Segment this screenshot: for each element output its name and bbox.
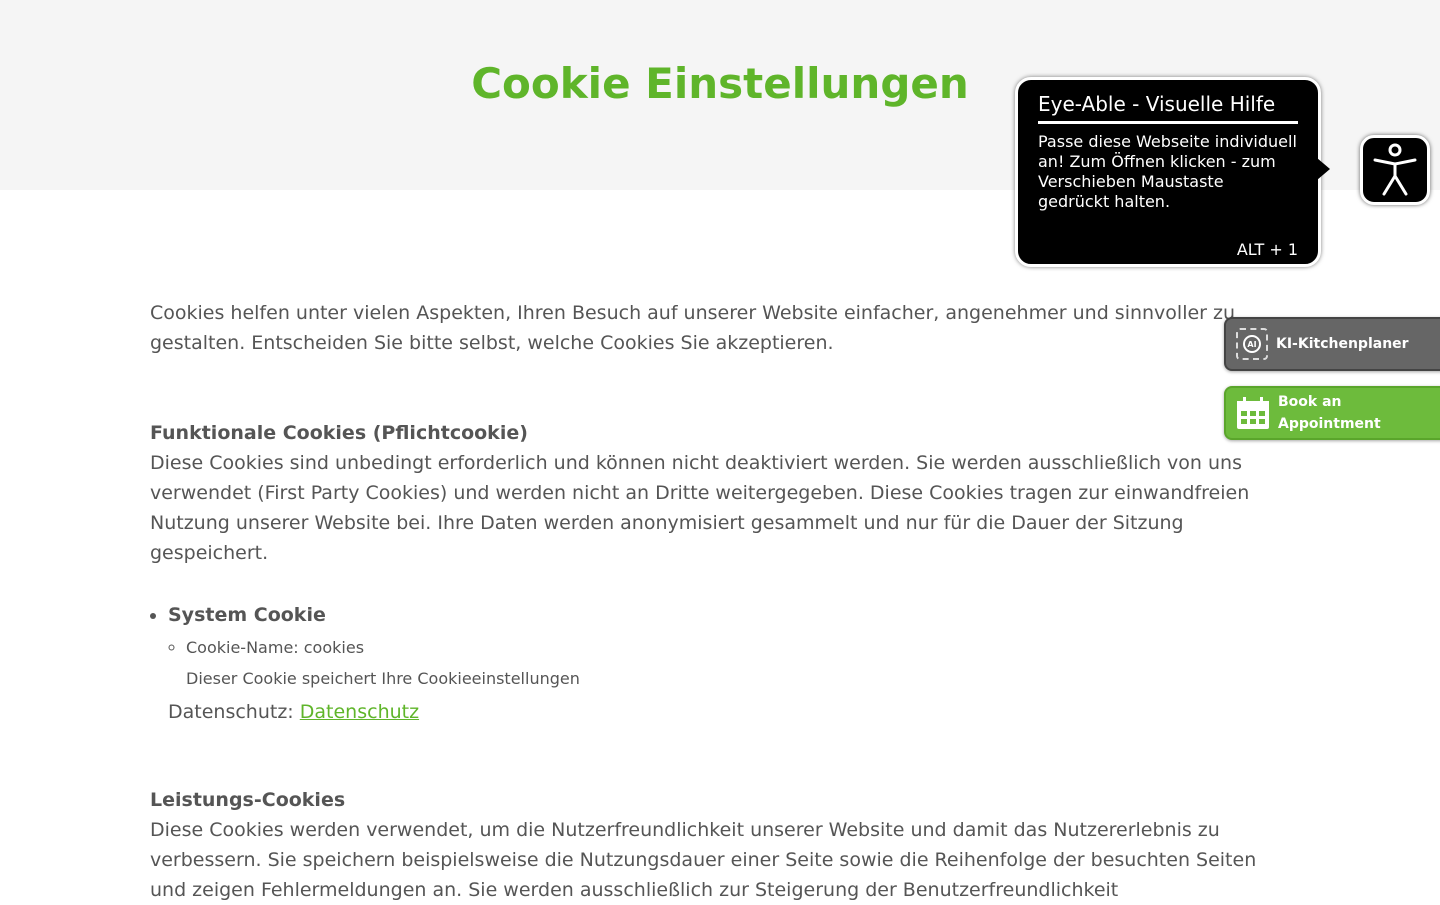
main-content: Cookies helfen unter vielen Aspekten, Ih… bbox=[150, 298, 1285, 905]
ki-kitchenplaner-label: KI-Kitchenplaner bbox=[1276, 336, 1409, 352]
system-cookie-item: System Cookie Cookie-Name: cookies Diese… bbox=[168, 600, 1285, 730]
system-cookie-title: System Cookie bbox=[168, 604, 326, 626]
ai-icon-text: AI bbox=[1243, 335, 1261, 353]
privacy-row: Datenschutz: Datenschutz bbox=[168, 694, 1285, 730]
performance-cookies-heading: Leistungs-Cookies bbox=[150, 789, 346, 811]
book-label-line1: Book an bbox=[1278, 394, 1342, 410]
cookie-list: System Cookie Cookie-Name: cookies Diese… bbox=[168, 600, 1285, 730]
calendar-icon bbox=[1237, 397, 1269, 429]
eye-able-tooltip: Eye-Able - Visuelle Hilfe Passe diese We… bbox=[1015, 77, 1321, 267]
cookie-description: Dieser Cookie speichert Ihre Cookieeinst… bbox=[186, 669, 580, 688]
performance-cookies-section: Leistungs-Cookies Diese Cookies werden v… bbox=[150, 785, 1285, 905]
eye-able-tooltip-body: Passe diese Webseite individuell an! Zum… bbox=[1038, 132, 1297, 211]
tooltip-arrow bbox=[1317, 158, 1330, 180]
functional-cookies-heading: Funktionale Cookies (Pflichtcookie) bbox=[150, 422, 528, 444]
book-label-line2: Appointment bbox=[1278, 416, 1381, 432]
accessibility-icon bbox=[1373, 143, 1417, 196]
performance-cookies-text: Diese Cookies werden verwendet, um die N… bbox=[150, 819, 1257, 901]
privacy-link[interactable]: Datenschutz bbox=[300, 701, 419, 723]
accessibility-button[interactable] bbox=[1360, 135, 1430, 205]
eye-able-tooltip-title: Eye-Able - Visuelle Hilfe bbox=[1038, 92, 1298, 124]
functional-cookies-text: Diese Cookies sind unbedingt erforderlic… bbox=[150, 452, 1250, 564]
ai-icon: AI bbox=[1236, 328, 1268, 360]
cookie-name-entry: Cookie-Name: cookies bbox=[186, 632, 1285, 663]
book-appointment-label: Book an Appointment bbox=[1278, 391, 1381, 435]
privacy-label: Datenschutz: bbox=[168, 701, 294, 723]
cookie-details-list: Cookie-Name: cookies bbox=[186, 632, 1285, 663]
ki-kitchenplaner-button[interactable]: AI KI-Kitchenplaner bbox=[1224, 317, 1440, 371]
eye-able-shortcut: ALT + 1 bbox=[1236, 240, 1298, 259]
functional-cookies-section: Funktionale Cookies (Pflichtcookie) Dies… bbox=[150, 418, 1285, 730]
book-appointment-button[interactable]: Book an Appointment bbox=[1224, 386, 1440, 440]
intro-text: Cookies helfen unter vielen Aspekten, Ih… bbox=[150, 302, 1236, 354]
